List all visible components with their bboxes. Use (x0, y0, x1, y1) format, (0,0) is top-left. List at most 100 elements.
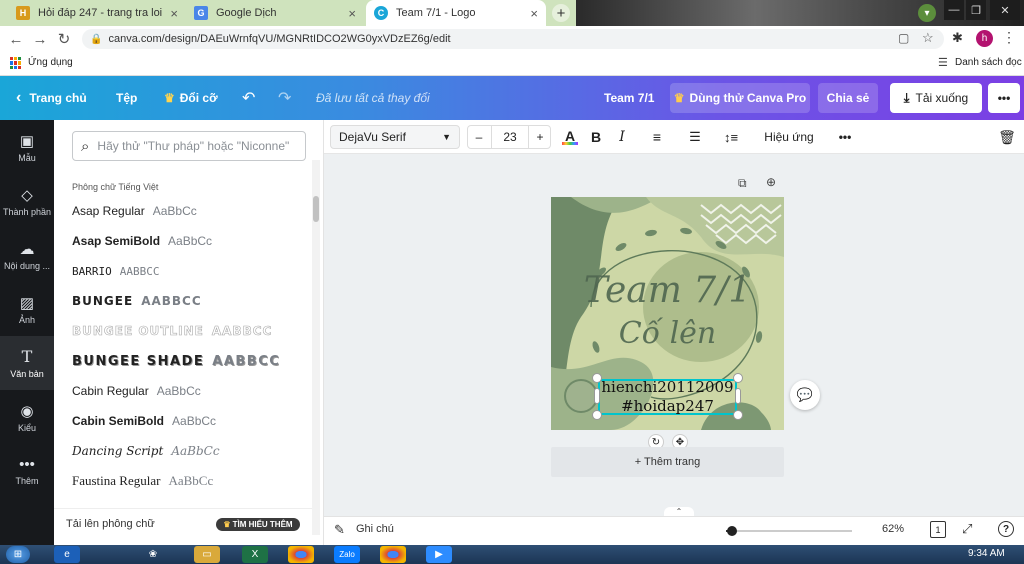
italic-button[interactable]: I (612, 125, 632, 149)
new-tab-button[interactable]: + (552, 4, 570, 22)
upload-font-link[interactable]: Tải lên phông chữ (66, 518, 155, 530)
list-icon[interactable]: ☰ (684, 125, 706, 149)
browser-tab-hoidap[interactable]: H Hỏi đáp 247 - trang tra loi × (8, 0, 186, 26)
chrome-icon[interactable] (288, 546, 314, 563)
avatar[interactable]: h (976, 30, 993, 47)
line-spacing-icon[interactable]: ↕≡ (720, 125, 742, 149)
redo-icon[interactable]: ↷ (278, 76, 291, 120)
apps-grid-icon[interactable] (10, 57, 22, 69)
font-item-cabin-semibold[interactable]: Cabin SemiBold AaBbCc (72, 406, 216, 436)
close-icon[interactable]: × (530, 6, 538, 21)
internet-explorer-icon[interactable]: e (54, 546, 80, 563)
scrollbar-thumb[interactable] (313, 196, 319, 222)
add-page-icon[interactable]: ⊕ (766, 175, 776, 189)
font-item-faustina-regular[interactable]: Faustina Regular AaBbCc (72, 466, 213, 496)
text-icon: T (21, 347, 33, 366)
browser-tab-canva[interactable]: C Team 7/1 - Logo × (366, 0, 546, 26)
window-close-icon[interactable]: ✕ (990, 0, 1020, 20)
design-subtitle-text[interactable]: Cố lên (551, 316, 784, 351)
bold-button[interactable]: B (586, 125, 606, 149)
resize-handle[interactable] (592, 410, 602, 420)
more-options-button[interactable]: ••• (988, 83, 1020, 113)
duplicate-page-icon[interactable]: ⧉ (738, 176, 747, 191)
reading-list-link[interactable]: Danh sách đọc (955, 57, 1022, 68)
start-button-icon[interactable]: ⊞ (6, 546, 30, 563)
resize-handle[interactable] (592, 373, 602, 383)
restore-icon[interactable]: ❐ (966, 0, 986, 20)
file-menu-button[interactable]: Tệp (116, 76, 137, 120)
zoom-app-icon[interactable]: ▶ (426, 546, 452, 563)
align-center-icon[interactable]: ≡ (646, 125, 668, 149)
file-explorer-icon[interactable]: ▭ (194, 546, 220, 563)
trash-icon[interactable]: 🗑 (996, 125, 1018, 149)
fullscreen-icon[interactable]: ⤢ (962, 521, 972, 537)
share-button[interactable]: Chia sẻ (818, 83, 878, 113)
font-size-input[interactable]: 23 (491, 125, 529, 149)
browser-menu-icon[interactable]: ⋮ (1002, 29, 1016, 46)
minimize-icon[interactable]: — (944, 0, 964, 20)
close-icon[interactable]: × (170, 6, 178, 21)
add-page-button[interactable]: + Thêm trang (551, 447, 784, 477)
star-icon[interactable]: ☆ (922, 30, 934, 46)
excel-icon[interactable]: X (242, 546, 268, 563)
selected-text-line1[interactable]: hienchi20112009 (598, 378, 737, 397)
rail-item-photos[interactable]: ▨ Ảnh (0, 282, 54, 336)
rail-item-styles[interactable]: ◉ Kiểu (0, 390, 54, 444)
rail-item-elements[interactable]: ◇ Thành phần (0, 174, 54, 228)
zalo-icon[interactable]: Zalo (334, 546, 360, 563)
font-item-bungee-shade[interactable]: BUNGEE SHADE AABBCC (72, 346, 280, 376)
notes-button[interactable]: Ghi chú (356, 523, 394, 535)
help-button[interactable]: ? (998, 521, 1014, 537)
url-bar[interactable]: 🔒 canva.com/design/DAEuWrnfqVU/MGNRtIDCO… (82, 29, 944, 49)
try-canva-pro-button[interactable]: ♛ Dùng thử Canva Pro (670, 83, 810, 113)
resize-handle[interactable] (594, 388, 600, 404)
effects-button[interactable]: Hiệu ứng (758, 125, 820, 149)
page-number-button[interactable]: 1 (930, 521, 946, 538)
resize-handle[interactable] (733, 410, 743, 420)
zoom-slider[interactable] (726, 530, 852, 532)
reading-list-icon[interactable]: ☰ (938, 56, 948, 69)
comment-icon[interactable]: 💬 (790, 380, 820, 410)
undo-icon[interactable]: ↶ (242, 76, 255, 120)
font-item-asap-regular[interactable]: Asap Regular AaBbCc (72, 196, 197, 226)
font-item-asap-semibold[interactable]: Asap SemiBold AaBbCc (72, 226, 212, 256)
copy-icon[interactable]: ▢ (898, 31, 909, 45)
resize-handle[interactable] (735, 388, 741, 404)
font-item-barrio[interactable]: BARRIO AABBCC (72, 256, 160, 286)
rail-item-text[interactable]: T Văn bản (0, 336, 54, 390)
selected-text-line2[interactable]: #hoidap247 (598, 397, 737, 416)
forward-icon[interactable]: → (28, 31, 52, 48)
resize-handle[interactable] (733, 373, 743, 383)
font-search-input[interactable]: ⌕ Hãy thử "Thư pháp" hoặc "Niconne" (72, 131, 306, 161)
back-icon[interactable]: ← (4, 31, 28, 48)
bookmark-apps-link[interactable]: Ứng dụng (28, 57, 73, 68)
learn-more-button[interactable]: ♛ TÌM HIỂU THÊM (216, 518, 300, 531)
font-item-bungee[interactable]: BUNGEE AABBCC (72, 286, 202, 316)
toolbar-more-button[interactable]: ••• (832, 125, 858, 149)
font-sample: AABBCC (119, 264, 160, 278)
close-icon[interactable]: × (348, 6, 356, 21)
notes-icon[interactable]: ✎ (334, 522, 345, 538)
home-button[interactable]: ‹ Trang chủ (16, 76, 87, 120)
app-icon[interactable]: ❀ (140, 546, 166, 563)
font-family-dropdown[interactable]: DejaVu Serif ▼ (330, 125, 460, 149)
design-title[interactable]: Team 7/1 (604, 76, 654, 120)
download-button[interactable]: ⤓ Tải xuống (890, 83, 982, 113)
font-item-dancing-script[interactable]: Dancing Script AaBbCc (72, 436, 220, 466)
decrease-font-size-button[interactable]: – (468, 125, 490, 149)
font-item-bungee-outline[interactable]: BUNGEE OUTLINE AABBCC (72, 316, 272, 346)
increase-font-size-button[interactable]: + (529, 125, 551, 149)
design-title-text[interactable]: Team 7/1 (551, 270, 784, 311)
browser-profile-indicator-icon[interactable]: ▾ (918, 4, 936, 22)
text-color-button[interactable]: A (560, 125, 580, 149)
resize-button[interactable]: ♛ Đổi cỡ (164, 76, 218, 120)
font-item-cabin-regular[interactable]: Cabin Regular AaBbCc (72, 376, 201, 406)
chrome-icon[interactable] (380, 546, 406, 563)
rail-item-templates[interactable]: ▣ Mẫu (0, 120, 54, 174)
rail-item-uploads[interactable]: ☁ Nội dung ... (0, 228, 54, 282)
reload-icon[interactable]: ↻ (52, 30, 76, 48)
rail-item-more[interactable]: ••• Thêm (0, 444, 54, 498)
extensions-icon[interactable]: ✱ (952, 30, 963, 46)
zoom-level[interactable]: 62% (882, 523, 904, 535)
browser-tab-google-translate[interactable]: G Google Dịch × (186, 0, 364, 26)
